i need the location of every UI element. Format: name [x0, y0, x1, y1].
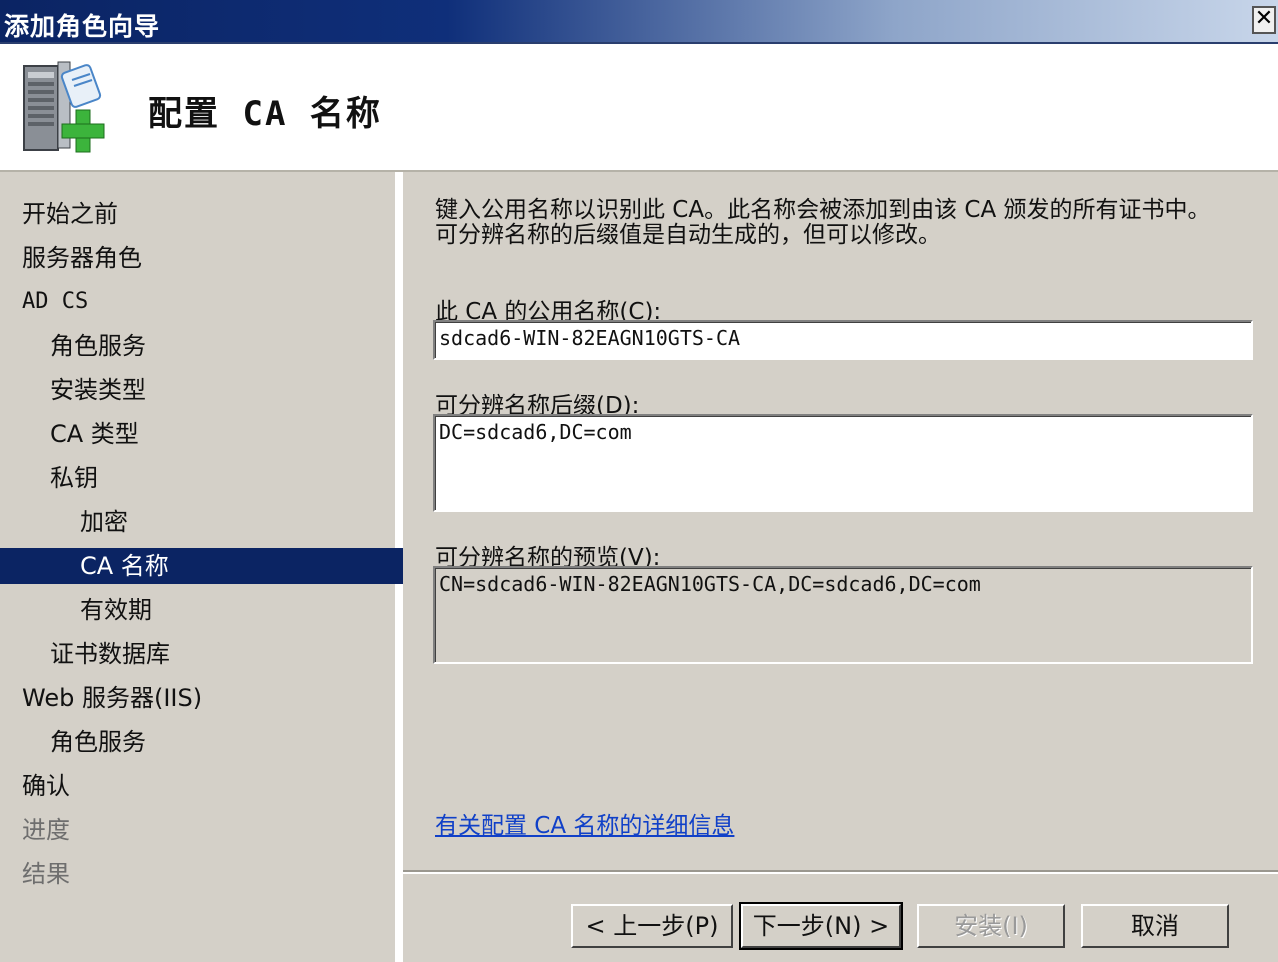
step-ca-type[interactable]: CA 类型	[0, 416, 448, 452]
step-iis-role-services[interactable]: 角色服务	[0, 724, 448, 760]
step-confirmation[interactable]: 确认	[0, 768, 420, 804]
server-add-role-icon	[23, 61, 105, 153]
step-before-you-begin[interactable]: 开始之前	[0, 196, 420, 232]
next-button[interactable]: 下一步(N) >	[739, 902, 903, 950]
step-progress: 进度	[22, 816, 70, 844]
help-link-ca-name[interactable]: 有关配置 CA 名称的详细信息	[435, 806, 734, 840]
cancel-button[interactable]: 取消	[1081, 904, 1229, 948]
footer-divider	[403, 870, 1278, 872]
step-private-key[interactable]: 私钥	[0, 460, 448, 496]
step-ad-cs[interactable]: AD CS	[0, 284, 420, 320]
common-name-input[interactable]: sdcad6-WIN-82EAGN10GTS-CA	[433, 320, 1253, 360]
step-server-roles[interactable]: 服务器角色	[0, 240, 420, 276]
previous-button[interactable]: < 上一步(P)	[571, 904, 733, 948]
step-role-services[interactable]: 角色服务	[0, 328, 448, 364]
dn-suffix-input[interactable]: DC=sdcad6,DC=com	[433, 414, 1253, 512]
close-button[interactable]: ✕	[1252, 6, 1276, 34]
page-title: 配置 CA 名称	[148, 94, 382, 134]
step-setup-type[interactable]: 安装类型	[0, 372, 448, 408]
instructions-line-2: 可分辨名称的后缀值是自动生成的，但可以修改。	[435, 222, 941, 248]
wizard-step-list: 开始之前 服务器角色 AD CS 角色服务 安装类型 CA 类型 私钥 加密 C…	[0, 172, 478, 962]
instructions-line-1: 键入公用名称以识别此 CA。此名称会被添加到由该 CA 颁发的所有证书中。	[435, 197, 1211, 223]
title-bar: 添加角色向导 ✕	[0, 0, 1278, 44]
step-certificate-database[interactable]: 证书数据库	[0, 636, 448, 672]
install-button[interactable]: 安装(I)	[917, 904, 1065, 948]
dn-preview-field[interactable]: CN=sdcad6-WIN-82EAGN10GTS-CA,DC=sdcad6,D…	[433, 566, 1253, 664]
wizard-footer: < 上一步(P) 下一步(N) > 安装(I) 取消	[403, 870, 1278, 962]
main-panel: 键入公用名称以识别此 CA。此名称会被添加到由该 CA 颁发的所有证书中。 可分…	[403, 172, 1278, 872]
window-title: 添加角色向导	[4, 12, 161, 41]
instructions-text: 键入公用名称以识别此 CA。此名称会被添加到由该 CA 颁发的所有证书中。 可分…	[435, 198, 1255, 248]
wizard-header: 配置 CA 名称	[0, 44, 1278, 172]
step-web-server-iis[interactable]: Web 服务器(IIS)	[0, 680, 420, 716]
step-results: 结果	[22, 860, 70, 888]
